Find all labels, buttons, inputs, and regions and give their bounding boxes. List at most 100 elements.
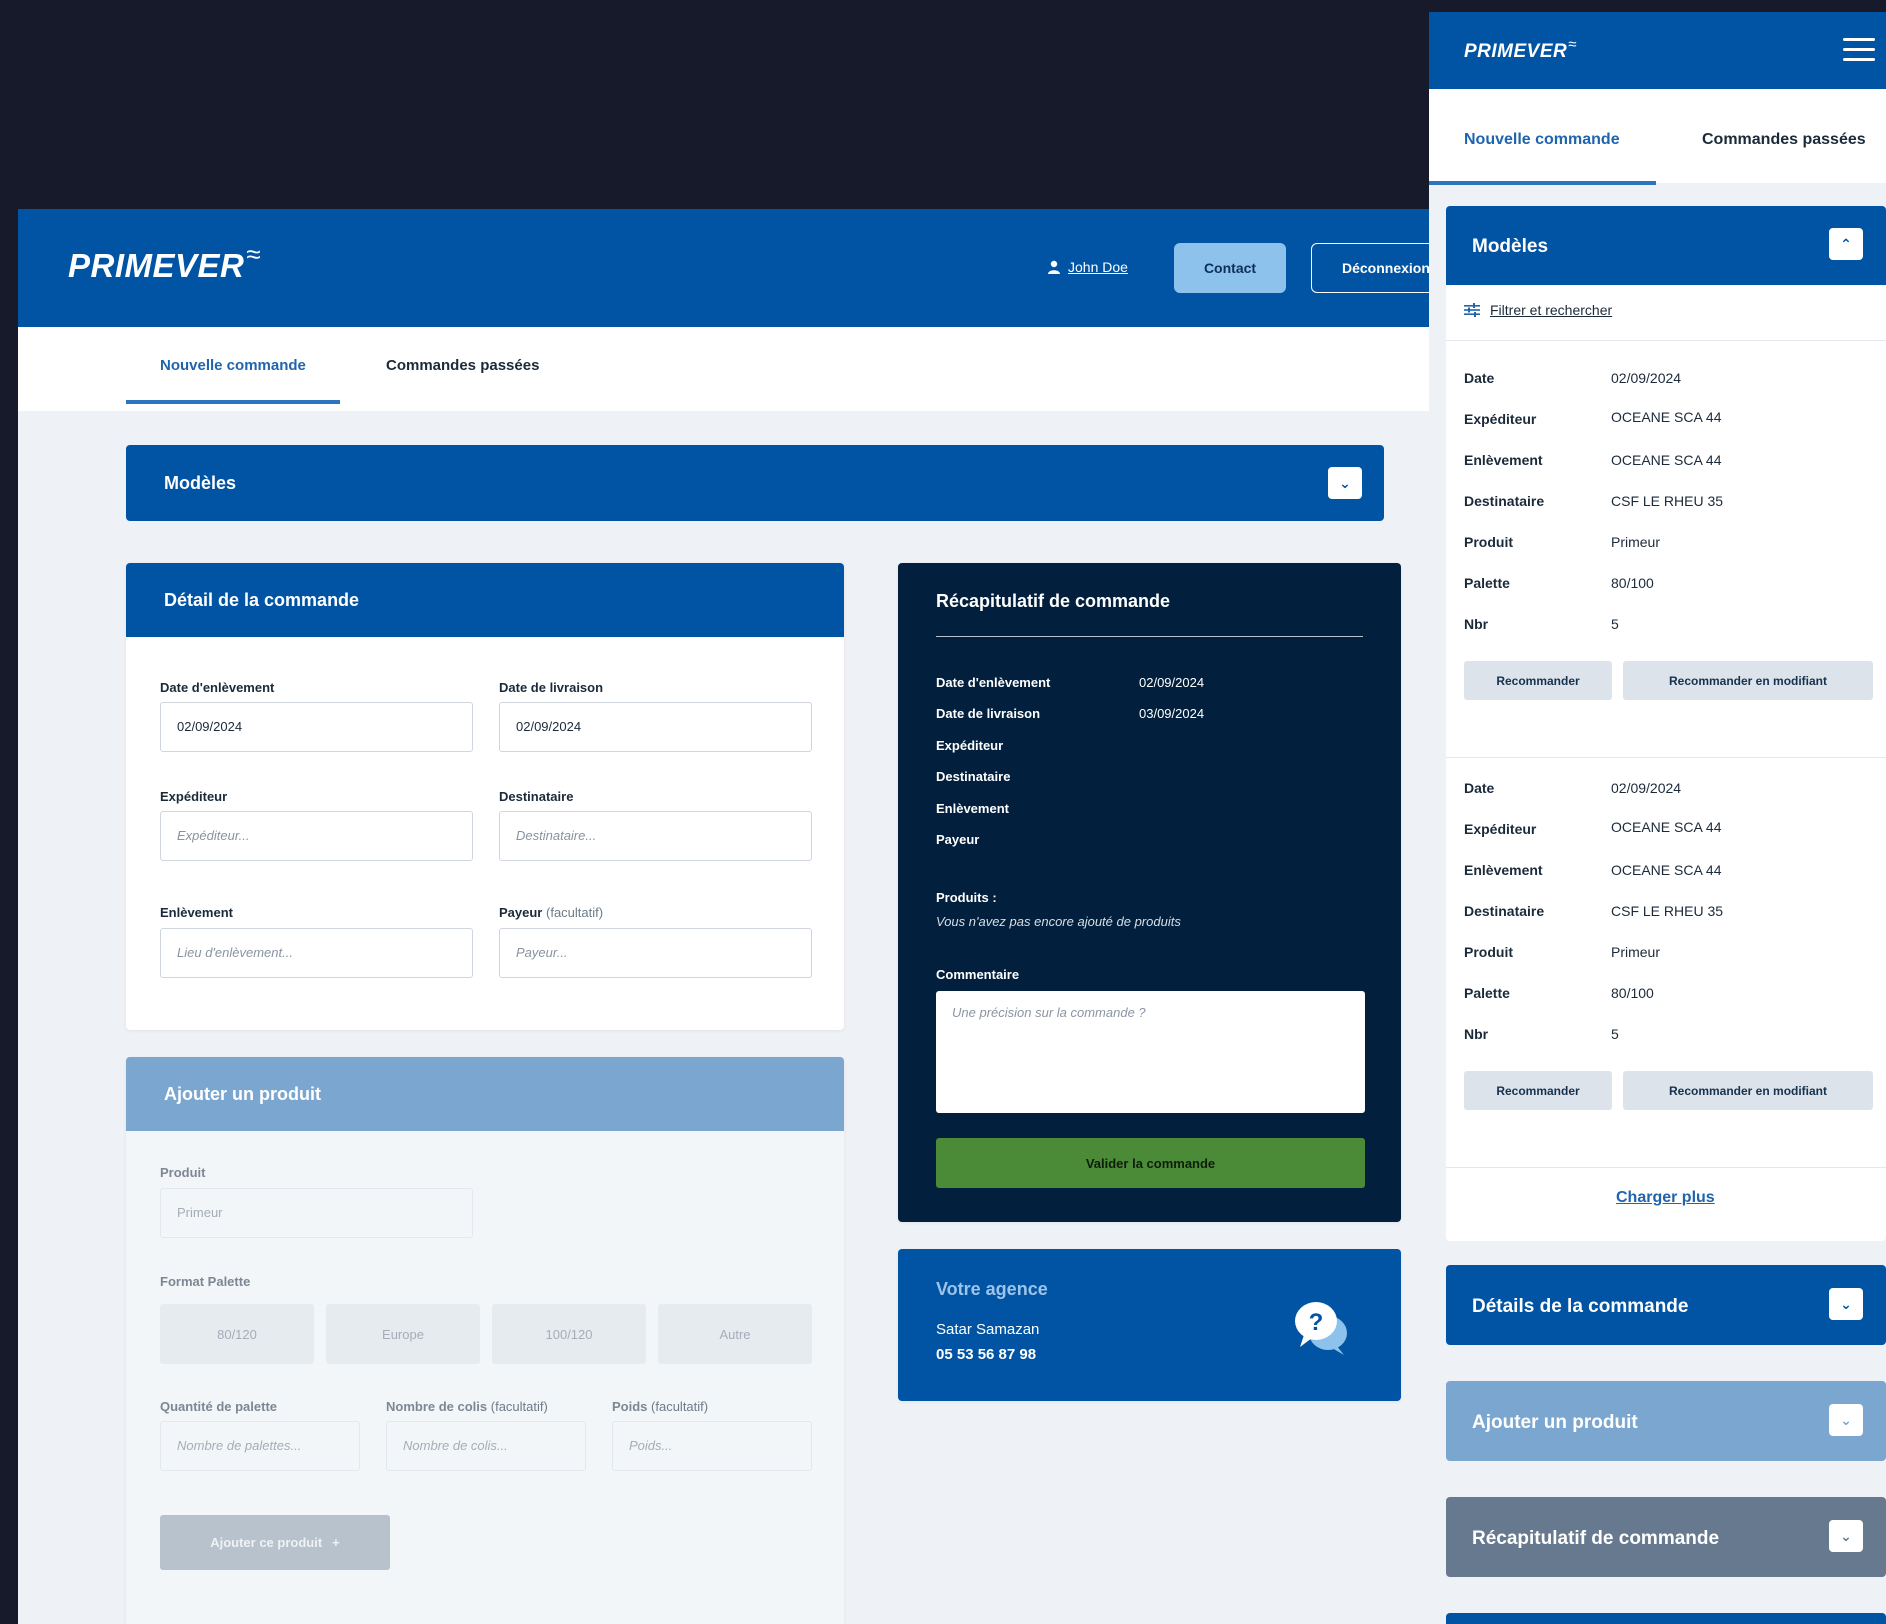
divider <box>1446 757 1886 758</box>
validate-order-button[interactable]: Valider la commande <box>936 1138 1365 1188</box>
user-profile-link[interactable]: John Doe <box>1048 259 1128 275</box>
models-accordion[interactable]: Modèles ⌄ <box>126 445 1384 521</box>
template-row-value: Primeur <box>1611 534 1661 550</box>
order-detail-title: Détail de la commande <box>126 563 844 637</box>
agency-phone[interactable]: 05 53 56 87 98 <box>936 1346 1036 1363</box>
hamburger-menu-icon[interactable] <box>1843 38 1875 62</box>
summary-row-value: 03/09/2024 <box>1139 706 1205 721</box>
template-row-label: Enlèvement <box>1464 862 1543 878</box>
order-summary-accordion[interactable]: Récapitulatif de commande ⌄ <box>1446 1497 1886 1577</box>
pallet-format-option[interactable]: 80/120 <box>160 1304 314 1364</box>
reorder-button[interactable]: Recommander <box>1464 1071 1612 1110</box>
tab-new-order[interactable]: Nouvelle commande <box>126 357 340 404</box>
summary-row-label: Date d'enlèvement <box>936 675 1051 690</box>
parcels-label-text: Nombre de colis <box>386 1399 488 1414</box>
brand-logo[interactable]: PRIMEVER≈ <box>1464 36 1577 63</box>
contact-button[interactable]: Contact <box>1174 243 1286 293</box>
comment-label: Commentaire <box>936 967 1020 982</box>
reorder-button[interactable]: Recommander <box>1464 661 1612 700</box>
tab-past-orders[interactable]: Commandes passées <box>386 357 539 374</box>
template-row-label: Nbr <box>1464 616 1489 632</box>
pickup-date-input[interactable]: 02/09/2024 <box>160 702 473 752</box>
reorder-modify-button[interactable]: Recommander en modifiant <box>1623 1071 1873 1110</box>
chevron-down-icon[interactable]: ⌄ <box>1328 467 1362 499</box>
help-chat-icon[interactable]: ? <box>1286 1293 1356 1363</box>
chevron-down-icon[interactable]: ⌄ <box>1829 1404 1863 1436</box>
brand-logo-text: PRIMEVER <box>1464 41 1568 62</box>
payer-label-text: Payeur <box>499 905 543 920</box>
products-label: Produits : <box>936 890 997 905</box>
pallet-format-option[interactable]: 100/120 <box>492 1304 646 1364</box>
template-row-value: 5 <box>1611 616 1619 632</box>
payer-input[interactable]: Payeur... <box>499 928 812 978</box>
template-row-value: OCEANE SCA 44 <box>1611 409 1722 425</box>
mobile-header: PRIMEVER≈ <box>1429 12 1886 89</box>
template-row-value: OCEANE SCA 44 <box>1611 819 1722 835</box>
summary-row-value: 02/09/2024 <box>1139 675 1205 690</box>
recipient-input[interactable]: Destinataire... <box>499 811 812 861</box>
user-icon <box>1048 260 1060 274</box>
weight-input[interactable]: Poids... <box>612 1421 812 1471</box>
models-panel: Modèles ⌃ Filtrer et rechercher Date 02/… <box>1446 206 1886 1241</box>
template-row-label: Palette <box>1464 575 1510 591</box>
filter-search-link[interactable]: Filtrer et rechercher <box>1464 302 1612 318</box>
next-accordion-edge <box>1446 1613 1886 1624</box>
parcels-input[interactable]: Nombre de colis... <box>386 1421 586 1471</box>
add-product-title: Ajouter un produit <box>1472 1412 1638 1433</box>
chevron-down-icon[interactable]: ⌄ <box>1829 1520 1863 1552</box>
pallet-qty-label: Quantité de palette <box>160 1399 278 1414</box>
sender-input[interactable]: Expéditeur... <box>160 811 473 861</box>
plus-icon: + <box>332 1535 340 1550</box>
order-details-accordion[interactable]: Détails de la commande ⌄ <box>1446 1265 1886 1345</box>
chevron-up-icon[interactable]: ⌃ <box>1829 228 1863 260</box>
brand-logo-mark: ≈ <box>1568 36 1577 53</box>
payer-optional-text: (facultatif) <box>546 905 604 920</box>
template-row-label: Destinataire <box>1464 903 1545 919</box>
brand-logo-text: PRIMEVER <box>68 247 245 284</box>
template-row-label: Palette <box>1464 985 1510 1001</box>
pickup-location-input[interactable]: Lieu d'enlèvement... <box>160 928 473 978</box>
desktop-header: PRIMEVER≈ John Doe Contact Déconnexion <box>18 209 1429 327</box>
tab-new-order[interactable]: Nouvelle commande <box>1429 131 1656 185</box>
template-row-value: OCEANE SCA 44 <box>1611 452 1722 468</box>
chevron-down-icon[interactable]: ⌄ <box>1829 1288 1863 1320</box>
delivery-date-input[interactable]: 02/09/2024 <box>499 702 812 752</box>
add-product-button[interactable]: Ajouter ce produit + <box>160 1515 390 1570</box>
tab-past-orders[interactable]: Commandes passées <box>1702 131 1866 149</box>
add-product-title: Ajouter un produit <box>126 1057 844 1131</box>
add-product-accordion[interactable]: Ajouter un produit ⌄ <box>1446 1381 1886 1461</box>
reorder-modify-button[interactable]: Recommander en modifiant <box>1623 661 1873 700</box>
weight-optional-text: (facultatif) <box>651 1399 709 1414</box>
logout-button[interactable]: Déconnexion <box>1311 243 1429 293</box>
load-more-link[interactable]: Charger plus <box>1616 1189 1715 1207</box>
template-row-label: Expéditeur <box>1464 821 1537 837</box>
summary-row-label: Payeur <box>936 832 980 847</box>
payer-label: Payeur (facultatif) <box>499 905 603 920</box>
comment-textarea[interactable]: Une précision sur la commande ? <box>936 991 1365 1113</box>
filter-sliders-icon <box>1464 303 1480 317</box>
template-row-label: Produit <box>1464 534 1513 550</box>
brand-logo[interactable]: PRIMEVER≈ <box>68 239 261 285</box>
template-row-value: CSF LE RHEU 35 <box>1611 903 1724 919</box>
models-title: Modèles <box>1472 236 1549 257</box>
pickup-location-label: Enlèvement <box>160 905 233 920</box>
template-row-value: 80/100 <box>1611 985 1654 1001</box>
models-accordion-header[interactable]: Modèles ⌃ <box>1446 206 1886 285</box>
order-summary-card: Récapitulatif de commande Date d'enlèvem… <box>898 563 1401 1222</box>
pallet-qty-input[interactable]: Nombre de palettes... <box>160 1421 360 1471</box>
divider <box>936 636 1363 637</box>
brand-logo-mark: ≈ <box>246 239 262 269</box>
template-row-value: Primeur <box>1611 944 1661 960</box>
product-select[interactable]: Primeur <box>160 1188 473 1238</box>
order-detail-card: Détail de la commande Date d'enlèvement … <box>126 563 844 1030</box>
products-empty-note: Vous n'avez pas encore ajouté de produit… <box>936 914 1181 929</box>
pallet-format-option[interactable]: Autre <box>658 1304 812 1364</box>
help-question-mark: ? <box>1309 1309 1324 1336</box>
filter-search-label: Filtrer et rechercher <box>1490 302 1613 318</box>
order-summary-title: Récapitulatif de commande <box>936 591 1171 611</box>
pallet-format-option[interactable]: Europe <box>326 1304 480 1364</box>
desktop-app-window: PRIMEVER≈ John Doe Contact Déconnexion N… <box>18 209 1429 1624</box>
template-row-value: 5 <box>1611 1026 1619 1042</box>
parcels-optional-text: (facultatif) <box>490 1399 548 1414</box>
template-row-value: 02/09/2024 <box>1611 370 1682 386</box>
